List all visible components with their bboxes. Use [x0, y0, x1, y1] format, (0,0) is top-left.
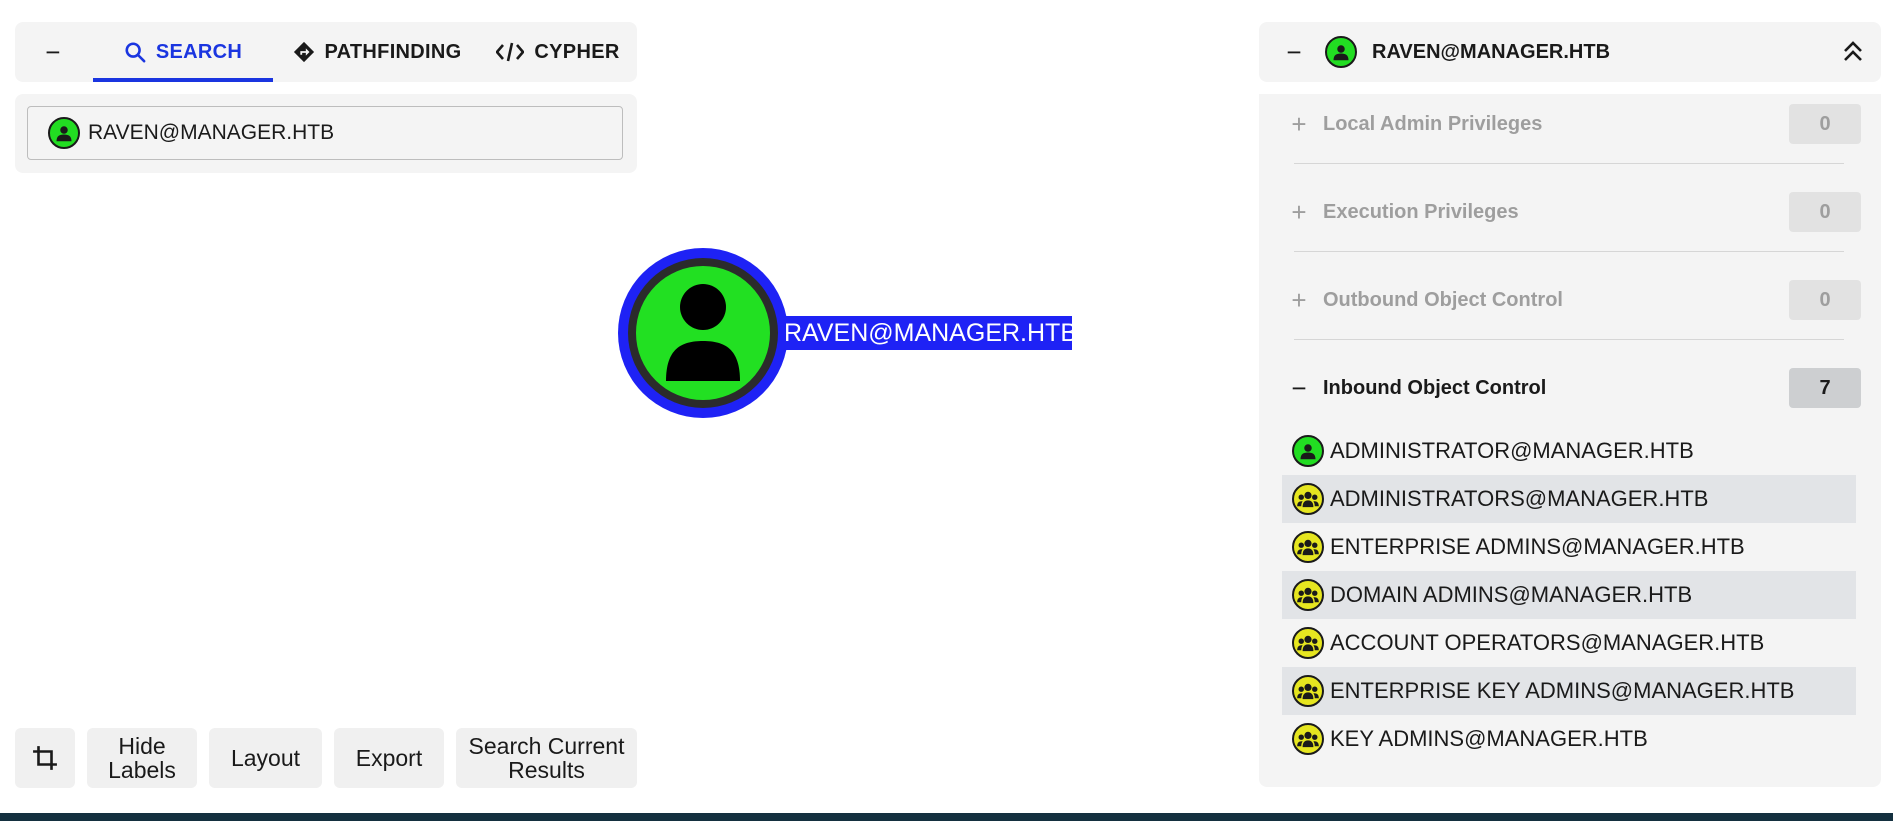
tab-search-label: SEARCH — [155, 40, 243, 63]
graph-node-user[interactable] — [618, 248, 788, 418]
tab-cypher[interactable]: CYPHER — [483, 22, 633, 82]
node-ring — [628, 258, 778, 408]
user-icon — [636, 266, 770, 400]
entity-title: RAVEN@MANAGER.HTB — [1372, 41, 1611, 63]
section-count-badge: 7 — [1789, 368, 1861, 408]
section-count-badge: 0 — [1789, 280, 1861, 320]
divider — [1294, 163, 1844, 164]
inbound-object-control-list: ADMINISTRATOR@MANAGER.HTB ADMINISTRATORS… — [1282, 427, 1856, 763]
export-button[interactable]: Export — [334, 728, 444, 788]
divider — [1294, 251, 1844, 252]
list-item-label: KEY ADMINS@MANAGER.HTB — [1330, 726, 1648, 751]
divider — [1294, 339, 1844, 340]
list-item-label: ADMINISTRATOR@MANAGER.HTB — [1330, 438, 1694, 463]
list-item[interactable]: ENTERPRISE ADMINS@MANAGER.HTB — [1282, 523, 1856, 571]
user-icon — [48, 117, 80, 149]
section-label: Inbound Object Control — [1323, 376, 1547, 399]
expand-icon: + — [1291, 108, 1307, 139]
group-icon — [1292, 483, 1324, 515]
directions-icon — [293, 41, 314, 63]
collapse-search-button[interactable]: − — [33, 22, 73, 82]
taskbar-edge — [0, 813, 1893, 821]
list-item-label: DOMAIN ADMINS@MANAGER.HTB — [1330, 582, 1693, 607]
list-item[interactable]: ADMINISTRATORS@MANAGER.HTB — [1282, 475, 1856, 523]
group-icon — [1292, 675, 1324, 707]
hide-labels-button[interactable]: Hide Labels — [87, 728, 197, 788]
expand-icon: + — [1291, 196, 1307, 227]
section-execution-privileges[interactable]: + Execution Privileges 0 — [1259, 182, 1881, 242]
search-panel: RAVEN@MANAGER.HTB — [15, 94, 637, 173]
collapse-icon: − — [1291, 372, 1307, 403]
group-icon — [1292, 627, 1324, 659]
list-item[interactable]: KEY ADMINS@MANAGER.HTB — [1282, 715, 1856, 763]
section-outbound-object-control[interactable]: + Outbound Object Control 0 — [1259, 270, 1881, 330]
layout-button[interactable]: Layout — [209, 728, 322, 788]
search-input[interactable]: RAVEN@MANAGER.HTB — [27, 106, 623, 160]
active-tab-indicator — [93, 78, 273, 82]
collapse-entity-panel-button[interactable]: − — [1279, 22, 1309, 82]
entity-panel-header: − RAVEN@MANAGER.HTB — [1259, 22, 1881, 82]
search-icon — [125, 42, 146, 63]
search-input-value: RAVEN@MANAGER.HTB — [88, 121, 335, 144]
list-item[interactable]: ENTERPRISE KEY ADMINS@MANAGER.HTB — [1282, 667, 1856, 715]
list-item[interactable]: ADMINISTRATOR@MANAGER.HTB — [1282, 427, 1856, 475]
entity-panel-body: + Local Admin Privileges 0 + Execution P… — [1259, 94, 1881, 787]
tab-search[interactable]: SEARCH — [93, 22, 273, 82]
list-item[interactable]: ACCOUNT OPERATORS@MANAGER.HTB — [1282, 619, 1856, 667]
list-item-label: ADMINISTRATORS@MANAGER.HTB — [1330, 486, 1709, 511]
tab-pathfinding[interactable]: PATHFINDING — [277, 22, 477, 82]
crop-icon — [33, 746, 57, 770]
section-local-admin-privileges[interactable]: + Local Admin Privileges 0 — [1259, 94, 1881, 154]
double-chevron-up-icon[interactable] — [1841, 38, 1865, 64]
list-item[interactable]: DOMAIN ADMINS@MANAGER.HTB — [1282, 571, 1856, 619]
code-icon — [496, 42, 525, 62]
group-icon — [1292, 579, 1324, 611]
graph-node-label: RAVEN@MANAGER.HTB — [782, 316, 1077, 350]
user-icon — [1325, 36, 1357, 68]
expand-icon: + — [1291, 284, 1307, 315]
search-current-results-button[interactable]: Search Current Results — [456, 728, 637, 788]
explore-tab-bar: − SEARCH PATHFINDING CYPHER — [15, 22, 637, 82]
list-item-label: ACCOUNT OPERATORS@MANAGER.HTB — [1330, 630, 1765, 655]
section-label: Outbound Object Control — [1323, 288, 1563, 311]
section-count-badge: 0 — [1789, 192, 1861, 232]
tab-pathfinding-label: PATHFINDING — [324, 40, 462, 63]
group-icon — [1292, 723, 1324, 755]
section-count-badge: 0 — [1789, 104, 1861, 144]
tab-cypher-label: CYPHER — [534, 40, 620, 63]
user-icon — [1292, 435, 1324, 467]
section-label: Local Admin Privileges — [1323, 112, 1543, 135]
crop-button[interactable] — [15, 728, 75, 788]
section-label: Execution Privileges — [1323, 200, 1519, 223]
list-item-label: ENTERPRISE ADMINS@MANAGER.HTB — [1330, 534, 1745, 559]
group-icon — [1292, 531, 1324, 563]
section-inbound-object-control[interactable]: − Inbound Object Control 7 — [1259, 358, 1881, 418]
list-item-label: ENTERPRISE KEY ADMINS@MANAGER.HTB — [1330, 678, 1795, 703]
